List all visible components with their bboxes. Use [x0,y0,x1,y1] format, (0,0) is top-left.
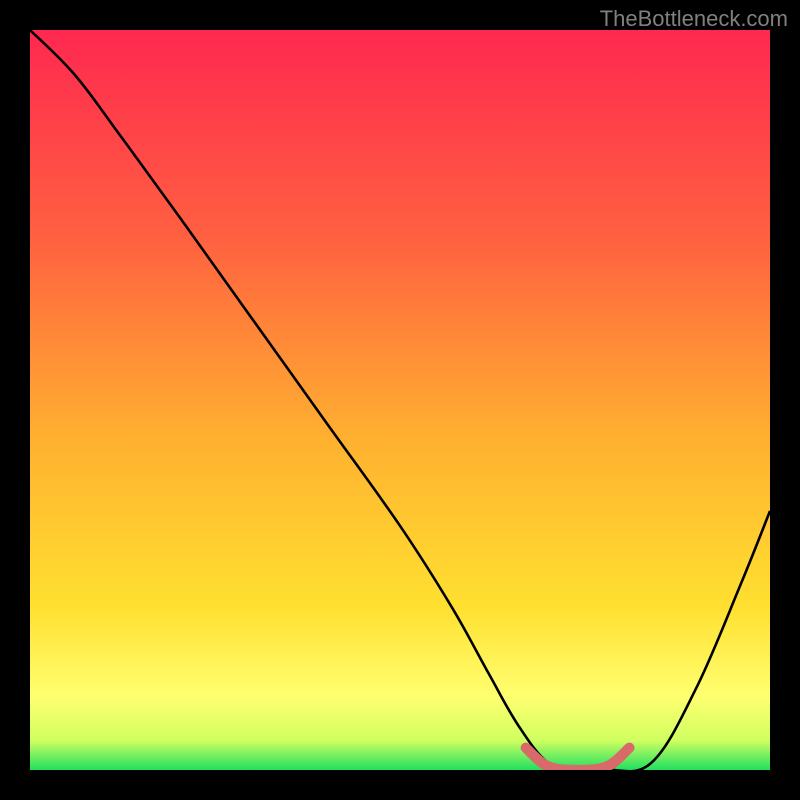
optimal-range-marker [526,748,630,770]
chart-svg [30,30,770,770]
bottleneck-curve [30,30,770,770]
watermark-text: TheBottleneck.com [600,6,788,32]
chart-container [30,30,770,770]
